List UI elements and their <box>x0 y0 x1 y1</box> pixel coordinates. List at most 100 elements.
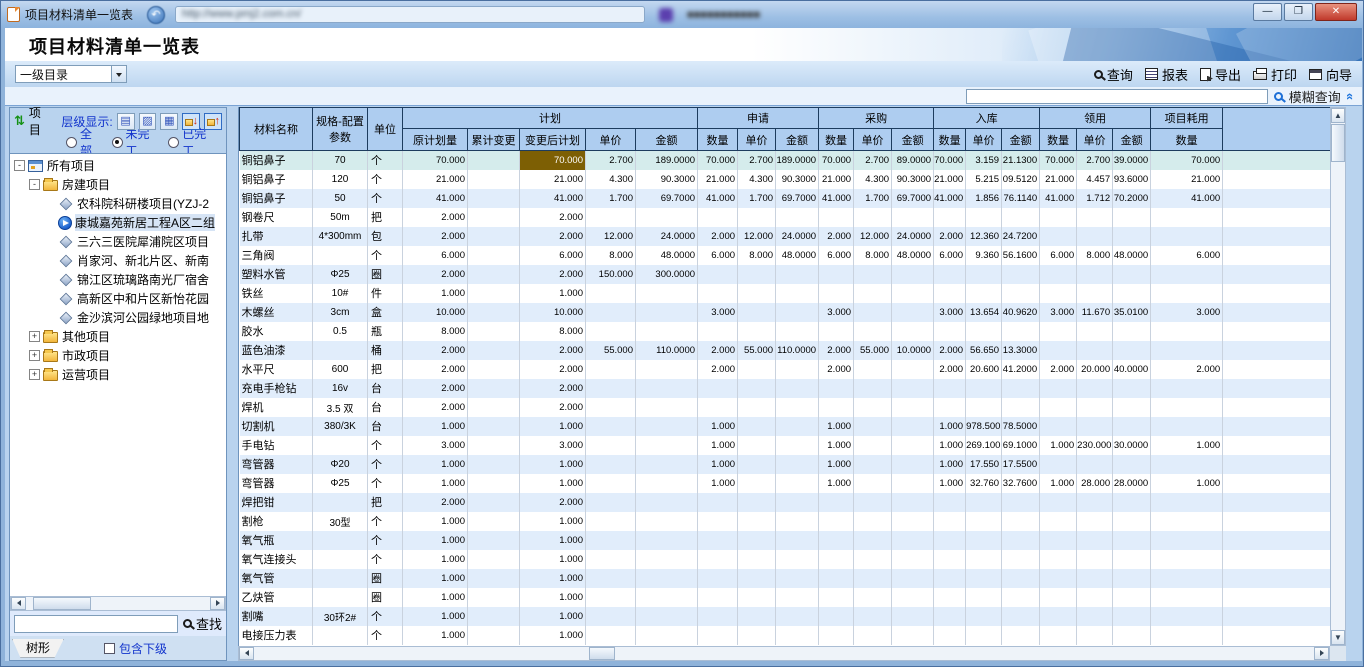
table-cell[interactable]: 78.5000 <box>1002 417 1040 436</box>
table-row[interactable]: 钢卷尺50m把2.0002.000 <box>240 208 1331 227</box>
table-cell[interactable] <box>776 303 819 322</box>
table-cell[interactable] <box>1077 208 1113 227</box>
table-cell[interactable]: 69.1000 <box>1002 436 1040 455</box>
table-cell[interactable] <box>892 398 934 417</box>
table-cell[interactable]: 1.000 <box>403 531 468 550</box>
table-cell[interactable]: 6.000 <box>934 246 966 265</box>
table-cell[interactable] <box>1002 531 1040 550</box>
table-cell[interactable] <box>776 455 819 474</box>
table-cell[interactable]: 380/3K <box>313 417 368 436</box>
table-cell[interactable] <box>698 322 738 341</box>
radio-未完工[interactable] <box>112 137 123 148</box>
tree-item-label[interactable]: 农科院科研楼项目(YZJ-2 <box>77 195 209 212</box>
table-cell[interactable] <box>819 607 854 626</box>
table-cell[interactable]: 48.0000 <box>1113 246 1151 265</box>
tree-item-label[interactable]: 康城嘉苑新居工程A区二组 <box>75 214 215 231</box>
table-cell[interactable] <box>1002 588 1040 607</box>
table-cell[interactable]: 4.300 <box>854 170 892 189</box>
table-cell[interactable]: 个 <box>368 170 403 189</box>
table-cell[interactable] <box>1002 322 1040 341</box>
table-cell[interactable] <box>1040 569 1077 588</box>
table-cell[interactable]: 2.000 <box>520 398 586 417</box>
table-cell[interactable]: 39.0000 <box>1113 151 1151 170</box>
table-cell[interactable] <box>776 379 819 398</box>
table-row[interactable]: 铁丝10#件1.0001.000 <box>240 284 1331 303</box>
table-cell[interactable] <box>966 493 1002 512</box>
table-cell[interactable]: 24.7200 <box>1002 227 1040 246</box>
table-row[interactable]: 切割机380/3K台1.0001.0001.0001.0001.000978.5… <box>240 417 1331 436</box>
table-cell[interactable] <box>1151 341 1223 360</box>
table-cell[interactable]: 圈 <box>368 265 403 284</box>
table-cell[interactable] <box>1040 284 1077 303</box>
table-row[interactable]: 铜铝鼻子50个41.00041.0001.70069.700041.0001.7… <box>240 189 1331 208</box>
table-cell[interactable]: Φ25 <box>313 265 368 284</box>
table-cell[interactable] <box>586 398 636 417</box>
table-cell[interactable]: 8.000 <box>854 246 892 265</box>
table-cell[interactable]: 个 <box>368 531 403 550</box>
splitter[interactable] <box>227 107 238 661</box>
table-cell[interactable] <box>1002 512 1040 531</box>
table-cell[interactable]: 1.000 <box>934 474 966 493</box>
table-cell[interactable] <box>819 512 854 531</box>
table-cell[interactable] <box>468 170 520 189</box>
table-cell[interactable]: 8.000 <box>738 246 776 265</box>
table-cell[interactable] <box>1077 626 1113 645</box>
table-cell[interactable] <box>776 607 819 626</box>
table-cell[interactable]: 1.000 <box>819 474 854 493</box>
table-cell[interactable] <box>698 398 738 417</box>
table-cell[interactable]: 21.000 <box>520 170 586 189</box>
table-cell[interactable]: 2.000 <box>819 360 854 379</box>
table-cell[interactable]: 76.1140 <box>1002 189 1040 208</box>
table-cell[interactable] <box>468 455 520 474</box>
table-cell[interactable] <box>1077 379 1113 398</box>
table-cell[interactable]: 木螺丝 <box>240 303 313 322</box>
table-cell[interactable]: 1.000 <box>520 588 586 607</box>
table-cell[interactable] <box>1040 531 1077 550</box>
table-cell[interactable] <box>776 493 819 512</box>
scroll-left-icon[interactable] <box>11 597 26 610</box>
table-cell[interactable]: 70.000 <box>698 151 738 170</box>
table-cell[interactable]: 圈 <box>368 569 403 588</box>
table-cell[interactable] <box>934 208 966 227</box>
table-cell[interactable] <box>698 550 738 569</box>
table-cell[interactable] <box>892 531 934 550</box>
table-cell[interactable] <box>892 379 934 398</box>
table-cell[interactable] <box>1002 493 1040 512</box>
table-cell[interactable]: 56.1600 <box>1002 246 1040 265</box>
table-cell[interactable]: 1.000 <box>698 417 738 436</box>
table-cell[interactable] <box>738 284 776 303</box>
table-cell[interactable] <box>698 607 738 626</box>
table-cell[interactable] <box>1040 322 1077 341</box>
table-cell[interactable]: 胶水 <box>240 322 313 341</box>
table-cell[interactable] <box>966 531 1002 550</box>
table-cell[interactable]: 10# <box>313 284 368 303</box>
table-cell[interactable]: 2.700 <box>586 151 636 170</box>
table-cell[interactable] <box>698 531 738 550</box>
table-cell[interactable] <box>892 493 934 512</box>
table-cell[interactable] <box>698 284 738 303</box>
table-cell[interactable]: 件 <box>368 284 403 303</box>
table-cell[interactable]: Φ20 <box>313 455 368 474</box>
table-cell[interactable]: 桶 <box>368 341 403 360</box>
table-cell[interactable]: 1.000 <box>403 455 468 474</box>
table-row[interactable]: 焊把钳把2.0002.000 <box>240 493 1331 512</box>
table-cell[interactable]: 40.9620 <box>1002 303 1040 322</box>
table-cell[interactable]: 蓝色油漆 <box>240 341 313 360</box>
table-cell[interactable] <box>1040 208 1077 227</box>
level-detail-icon[interactable]: ▨ <box>139 113 157 130</box>
table-cell[interactable] <box>636 588 698 607</box>
table-cell[interactable] <box>313 550 368 569</box>
table-cell[interactable] <box>313 588 368 607</box>
table-cell[interactable] <box>1077 227 1113 246</box>
table-cell[interactable] <box>1113 284 1151 303</box>
table-cell[interactable] <box>966 607 1002 626</box>
table-row[interactable]: 手电钻个3.0003.0001.0001.0001.000269.10069.1… <box>240 436 1331 455</box>
table-cell[interactable]: 69.7000 <box>892 189 934 208</box>
expand-icon[interactable]: + <box>29 350 40 361</box>
table-cell[interactable] <box>892 436 934 455</box>
table-cell[interactable]: 2.000 <box>520 379 586 398</box>
table-cell[interactable] <box>819 626 854 645</box>
table-cell[interactable] <box>776 626 819 645</box>
table-row[interactable]: 铜铝鼻子120个21.00021.0004.30090.300021.0004.… <box>240 170 1331 189</box>
table-cell[interactable]: 2.000 <box>403 341 468 360</box>
